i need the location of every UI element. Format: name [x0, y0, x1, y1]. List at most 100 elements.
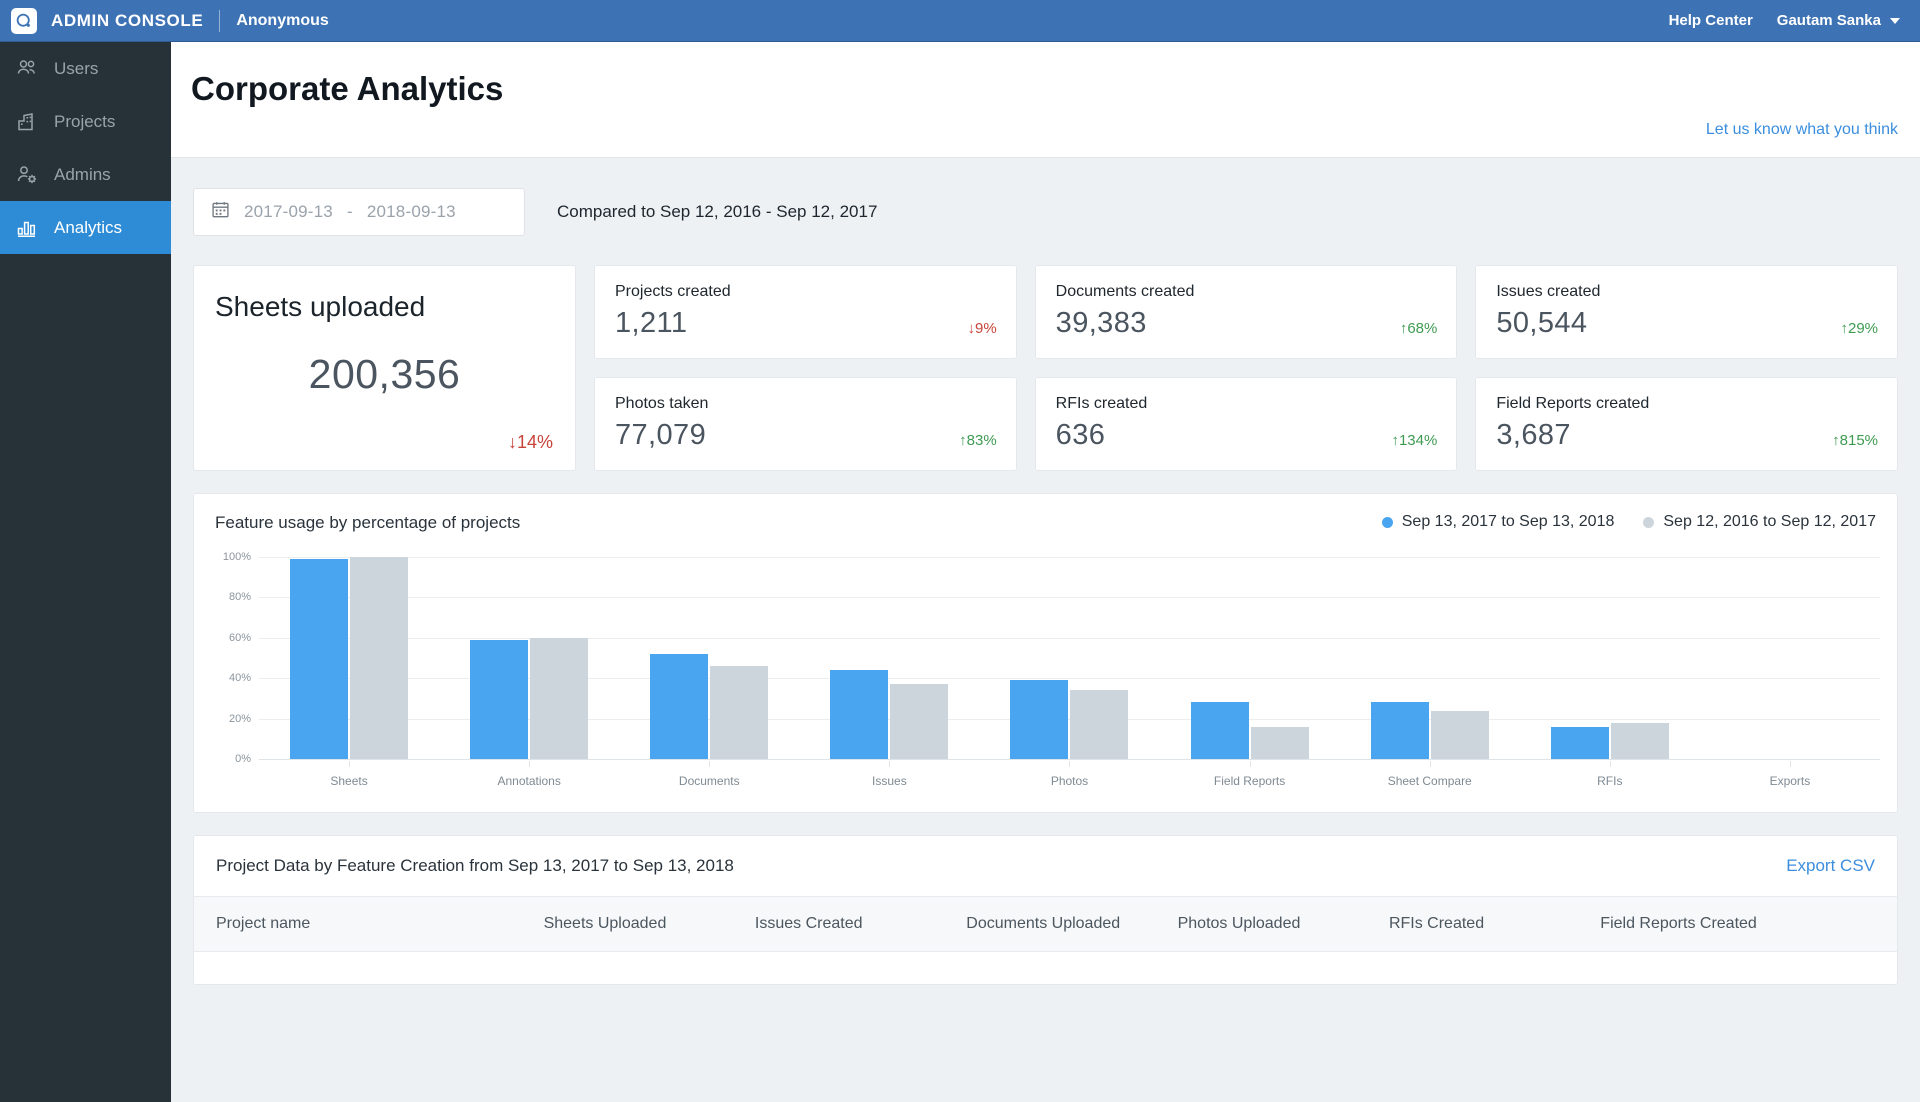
legend-item-current[interactable]: Sep 13, 2017 to Sep 13, 2018	[1382, 513, 1615, 531]
metric-delta: ↑68%	[1400, 320, 1438, 337]
chart-bar-group	[1160, 557, 1340, 759]
project-data-table-panel: Project Data by Feature Creation from Se…	[193, 835, 1898, 985]
metric-value: 77,079	[615, 419, 706, 452]
chart-x-tick-label: Field Reports	[1160, 761, 1340, 788]
table-column-headers: Project nameSheets UploadedIssues Create…	[194, 896, 1897, 952]
legend-item-previous[interactable]: Sep 12, 2016 to Sep 12, 2017	[1643, 513, 1876, 531]
export-csv-button[interactable]: Export CSV	[1786, 856, 1875, 876]
date-range-start: 2017-09-13	[244, 202, 333, 222]
chart-bar[interactable]	[1010, 680, 1068, 759]
chart-y-tick-label: 40%	[229, 672, 251, 684]
chart-gridline	[259, 759, 1880, 760]
metric-delta: ↑83%	[959, 432, 997, 449]
metric-card-rfis-created: RFIs created 636 ↑134%	[1035, 377, 1458, 471]
table-column-header[interactable]: Documents Uploaded	[966, 915, 1177, 933]
brand-divider	[219, 10, 220, 32]
metric-title: Projects created	[615, 283, 731, 301]
metric-title: Photos taken	[615, 395, 708, 413]
building-icon	[14, 109, 40, 135]
sidebar-item-users[interactable]: Users	[0, 42, 171, 95]
chart-x-tick-label: Exports	[1700, 761, 1880, 788]
chart-bar-group	[1520, 557, 1700, 759]
chart-x-tick-label: Sheet Compare	[1340, 761, 1520, 788]
chart-bar[interactable]	[350, 557, 408, 759]
chart-x-axis: SheetsAnnotationsDocumentsIssuesPhotosFi…	[259, 761, 1880, 788]
table-title: Project Data by Feature Creation from Se…	[216, 856, 734, 876]
metric-card-field-reports-created: Field Reports created 3,687 ↑815%	[1475, 377, 1898, 471]
organization-name: Anonymous	[236, 12, 328, 30]
chart-bar[interactable]	[1551, 727, 1609, 759]
metric-value: 636	[1056, 419, 1106, 452]
metric-delta: ↑29%	[1840, 320, 1878, 337]
legend-label: Sep 13, 2017 to Sep 13, 2018	[1402, 513, 1615, 531]
table-column-header[interactable]: Field Reports Created	[1600, 915, 1875, 933]
metric-title: RFIs created	[1056, 395, 1148, 413]
chart-legend: Sep 13, 2017 to Sep 13, 2018 Sep 12, 201…	[1382, 513, 1876, 531]
sidebar-item-label: Analytics	[54, 218, 122, 238]
brand-title: ADMIN CONSOLE	[51, 11, 203, 31]
table-column-header[interactable]: Project name	[216, 915, 544, 933]
date-range-picker[interactable]: 2017-09-13 - 2018-09-13	[193, 188, 525, 236]
chart-bar-group	[1700, 557, 1880, 759]
chart-y-axis: 100%80%60%40%20%0%	[215, 557, 259, 759]
chart-bar[interactable]	[290, 559, 348, 759]
metric-card-row: Photos taken 77,079 ↑83% RFIs created 63…	[594, 377, 1898, 471]
metric-delta: ↑134%	[1391, 432, 1437, 449]
sidebar-item-label: Users	[54, 59, 98, 79]
comparison-period-label: Compared to Sep 12, 2016 - Sep 12, 2017	[557, 202, 877, 222]
chart-y-tick-label: 60%	[229, 632, 251, 644]
date-range-end: 2018-09-13	[367, 202, 456, 222]
metric-title: Sheets uploaded	[215, 291, 425, 323]
metric-card-photos-taken: Photos taken 77,079 ↑83%	[594, 377, 1017, 471]
metric-cards: Sheets uploaded 200,356 ↓14% Projects cr…	[171, 236, 1920, 471]
chart-bar[interactable]	[1070, 690, 1128, 759]
chart-bar[interactable]	[1251, 727, 1309, 759]
metric-value: 39,383	[1056, 307, 1147, 340]
legend-label: Sep 12, 2016 to Sep 12, 2017	[1663, 513, 1876, 531]
chart-bar[interactable]	[1431, 711, 1489, 759]
sidebar-item-projects[interactable]: Projects	[0, 95, 171, 148]
legend-dot-icon	[1382, 517, 1393, 528]
chart-bar-group	[1340, 557, 1520, 759]
chart-bar[interactable]	[470, 640, 528, 759]
chart-x-tick-label: Documents	[619, 761, 799, 788]
metric-value: 1,211	[615, 307, 687, 340]
help-center-link[interactable]: Help Center	[1669, 12, 1753, 29]
main-content: 2017-09-13 - 2018-09-13 Compared to Sep …	[171, 158, 1920, 1102]
sidebar-item-label: Projects	[54, 112, 115, 132]
chart-bar-group	[799, 557, 979, 759]
metric-value: 200,356	[194, 351, 575, 398]
topbar-actions: Help Center Gautam Sanka	[1669, 12, 1900, 29]
app-logo-icon[interactable]	[11, 8, 37, 34]
table-column-header[interactable]: Photos Uploaded	[1178, 915, 1389, 933]
chart-bars	[259, 557, 1880, 759]
chart-bar[interactable]	[1611, 723, 1669, 759]
user-menu[interactable]: Gautam Sanka	[1777, 12, 1900, 29]
chart-bar[interactable]	[650, 654, 708, 759]
chart-bar[interactable]	[1371, 702, 1429, 759]
chart-bar[interactable]	[530, 638, 588, 759]
table-column-header[interactable]: Issues Created	[755, 915, 966, 933]
chart-bar[interactable]	[830, 670, 888, 759]
sidebar-item-analytics[interactable]: Analytics	[0, 201, 171, 254]
chart-x-tick-label: Sheets	[259, 761, 439, 788]
table-column-header[interactable]: Sheets Uploaded	[544, 915, 755, 933]
chart-bar-group	[979, 557, 1159, 759]
metric-delta: ↓9%	[967, 320, 996, 337]
admin-user-icon	[14, 162, 40, 188]
user-name-label: Gautam Sanka	[1777, 12, 1881, 29]
metric-delta: ↓14%	[508, 432, 553, 453]
sidebar-item-admins[interactable]: Admins	[0, 148, 171, 201]
sidebar-item-label: Admins	[54, 165, 111, 185]
feedback-link[interactable]: Let us know what you think	[1706, 121, 1898, 139]
chart-bar[interactable]	[710, 666, 768, 759]
chart-x-tick-label: Issues	[799, 761, 979, 788]
chart-bar[interactable]	[890, 684, 948, 759]
chart-x-tick-label: RFIs	[1520, 761, 1700, 788]
page-title: Corporate Analytics	[191, 70, 503, 108]
chart-bar[interactable]	[1191, 702, 1249, 759]
chart-y-tick-label: 0%	[235, 753, 251, 765]
legend-dot-icon	[1643, 517, 1654, 528]
chart-bar-group	[259, 557, 439, 759]
table-column-header[interactable]: RFIs Created	[1389, 915, 1600, 933]
